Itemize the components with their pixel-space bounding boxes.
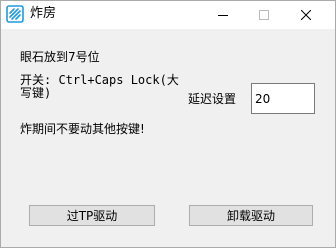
hotkey-label: 开关: Ctrl+Caps Lock(大写键) [20, 73, 179, 100]
minimize-button[interactable] [204, 1, 242, 29]
window-title: 炸房 [30, 6, 57, 21]
instruction-text: 眼石放到7号位 [20, 50, 100, 64]
close-button[interactable] [287, 1, 325, 29]
close-icon [301, 10, 311, 20]
app-window: 炸房 眼石放到7号位 开关: Ctrl+Caps Lock(大写键) 延迟设置 … [0, 0, 336, 248]
maximize-icon [259, 10, 269, 20]
warning-text: 炸期间不要动其他按键! [20, 122, 145, 136]
delay-input[interactable] [251, 83, 315, 114]
uninstall-driver-button[interactable]: 卸载驱动 [189, 205, 313, 226]
delay-label: 延迟设置 [188, 92, 237, 106]
minimize-icon [218, 10, 228, 20]
title-bar[interactable]: 炸房 [1, 1, 335, 29]
maximize-button[interactable] [245, 1, 283, 29]
app-grid-icon [6, 5, 24, 23]
tp-driver-button[interactable]: 过TP驱动 [29, 205, 155, 226]
